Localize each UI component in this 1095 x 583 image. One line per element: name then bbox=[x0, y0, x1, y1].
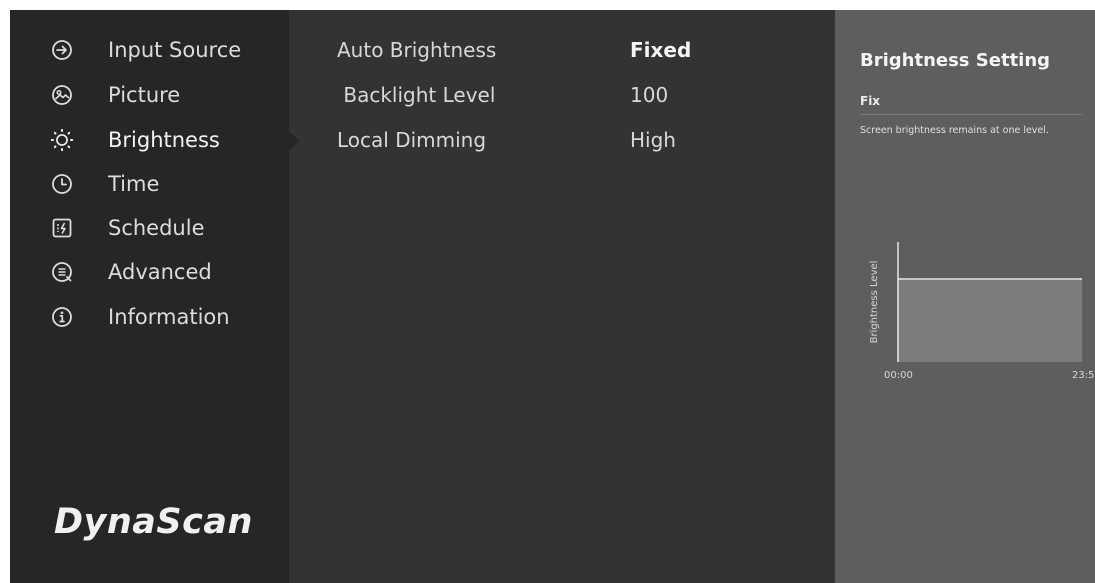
sidebar-item-label: Picture bbox=[108, 83, 181, 107]
setting-value: High bbox=[630, 128, 676, 152]
chart-y-label: Brightness Level bbox=[869, 261, 880, 344]
chart-x-end-label: 23:59 bbox=[1072, 370, 1095, 381]
brightness-icon bbox=[50, 120, 74, 160]
setting-label: Backlight Level bbox=[337, 83, 496, 107]
setting-value: 100 bbox=[630, 83, 669, 107]
sidebar-item-time[interactable]: Time bbox=[10, 164, 289, 204]
sidebar-item-schedule[interactable]: Schedule bbox=[10, 208, 289, 248]
setting-backlight-level[interactable]: Backlight Level 100 bbox=[289, 75, 834, 115]
sidebar-item-label: Brightness bbox=[108, 128, 220, 152]
sidebar-item-label: Information bbox=[108, 305, 230, 329]
setting-label: Auto Brightness bbox=[337, 38, 497, 62]
clock-icon bbox=[50, 164, 74, 204]
sidebar-item-picture[interactable]: Picture bbox=[10, 75, 289, 115]
info-divider bbox=[860, 114, 1082, 115]
sidebar-item-label: Time bbox=[108, 172, 160, 196]
sidebar-item-brightness[interactable]: Brightness bbox=[10, 120, 289, 160]
schedule-icon bbox=[50, 208, 74, 248]
information-icon bbox=[50, 297, 74, 337]
sidebar-menu: Input Source Picture Brightness Time Sch… bbox=[10, 10, 289, 583]
osd-screen: Input Source Picture Brightness Time Sch… bbox=[10, 10, 1095, 583]
setting-auto-brightness[interactable]: Auto Brightness Fixed bbox=[289, 30, 834, 70]
info-subtitle: Fix bbox=[860, 94, 881, 108]
sidebar-item-input-source[interactable]: Input Source bbox=[10, 30, 289, 70]
brightness-level-area bbox=[898, 279, 1082, 362]
sidebar-item-label: Input Source bbox=[108, 38, 242, 62]
sidebar-item-label: Advanced bbox=[108, 260, 212, 284]
info-title: Brightness Setting bbox=[860, 50, 1051, 71]
input-source-icon bbox=[50, 30, 74, 70]
setting-label: Local Dimming bbox=[337, 128, 487, 152]
info-panel: Brightness Setting Fix Screen brightness… bbox=[835, 10, 1095, 583]
dynascan-logo: DynaScan bbox=[54, 502, 253, 542]
brightness-chart: Brightness Level 00:00 23:59 bbox=[869, 242, 1095, 381]
sidebar-item-information[interactable]: Information bbox=[10, 297, 289, 337]
advanced-icon bbox=[50, 252, 74, 292]
setting-local-dimming[interactable]: Local Dimming High bbox=[289, 120, 834, 160]
picture-icon bbox=[50, 75, 74, 115]
sidebar-item-label: Schedule bbox=[108, 216, 205, 240]
sidebar-item-advanced[interactable]: Advanced bbox=[10, 252, 289, 292]
setting-value: Fixed bbox=[630, 38, 692, 62]
chart-x-start-label: 00:00 bbox=[884, 370, 913, 381]
info-description: Screen brightness remains at one level. bbox=[860, 125, 1049, 136]
